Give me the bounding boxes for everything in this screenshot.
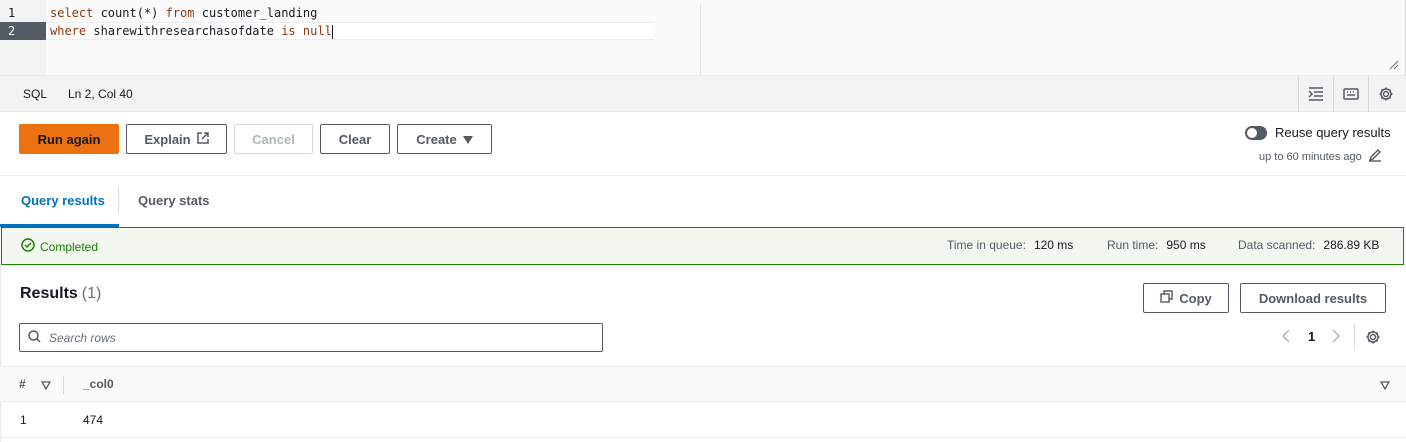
sort-icon[interactable] [1379, 379, 1391, 393]
cancel-button[interactable]: Cancel [234, 124, 313, 154]
search-icon [28, 329, 41, 346]
query-status-banner: Completed Time in queue: 120 ms Run time:… [1, 227, 1404, 265]
check-circle-icon [21, 238, 35, 255]
table-bottom-border [0, 437, 1406, 438]
reuse-window-text: up to 60 minutes ago [1259, 150, 1362, 163]
cursor-position: Ln 2, Col 40 [68, 87, 133, 101]
time-in-queue: Time in queue: 120 ms [947, 238, 1073, 252]
resize-handle-icon[interactable] [1389, 60, 1399, 70]
table-settings-icon[interactable] [1365, 329, 1381, 348]
create-dropdown-button[interactable]: Create [397, 124, 492, 154]
code-line-1[interactable]: select count(*) from customer_landing [50, 4, 317, 22]
pager-separator [1354, 324, 1355, 350]
code-line-2[interactable]: where sharewithresearchasofdate is null [50, 22, 333, 40]
tab-separator [118, 187, 119, 213]
metric-label: Data scanned: [1238, 238, 1316, 252]
code-text: sharewithresearchasofdate [86, 24, 282, 38]
keyword: is [281, 24, 296, 38]
download-results-button[interactable]: Download results [1240, 283, 1386, 313]
cancel-label: Cancel [252, 131, 295, 147]
explain-button[interactable]: Explain [126, 124, 227, 154]
text-cursor [331, 24, 333, 39]
line-number: 1 [8, 6, 16, 20]
keyword: where [50, 24, 87, 38]
clear-button[interactable]: Clear [320, 124, 390, 154]
code-text: count(*) [93, 6, 166, 20]
column-header-index[interactable]: # [19, 377, 26, 391]
settings-icon[interactable] [1368, 76, 1403, 112]
search-rows-field[interactable] [19, 323, 603, 352]
sql-editor[interactable]: 1 2 select count(*) from customer_landin… [0, 0, 1406, 76]
line-number-active: 2 [0, 22, 46, 40]
section-divider [0, 175, 1406, 176]
results-heading: Results (1) [20, 285, 101, 303]
next-page-icon[interactable] [1331, 328, 1341, 347]
status-text: Completed [40, 239, 99, 254]
clear-label: Clear [338, 131, 372, 147]
create-label: Create [416, 131, 457, 147]
keyword: null [302, 24, 332, 38]
reuse-results-label: Reuse query results [1275, 125, 1391, 140]
editor-gutter: 1 2 [0, 0, 46, 75]
results-count: (1) [81, 285, 102, 302]
indent-icon[interactable] [1298, 76, 1333, 112]
cell-col0: 474 [83, 413, 104, 427]
tab-label: Query stats [138, 193, 210, 208]
toggle-switch[interactable] [1245, 125, 1267, 140]
results-title-text: Results [20, 285, 78, 302]
run-again-button[interactable]: Run again [19, 124, 119, 154]
previous-page-icon[interactable] [1281, 328, 1291, 347]
tab-query-results[interactable]: Query results [21, 187, 105, 227]
keyboard-icon[interactable] [1333, 76, 1368, 112]
data-scanned: Data scanned: 286.89 KB [1238, 238, 1379, 252]
reuse-results-toggle[interactable]: Reuse query results [1245, 125, 1391, 140]
keyword: from [165, 6, 195, 20]
language-label: SQL [23, 87, 48, 101]
explain-label: Explain [144, 131, 191, 147]
metric-value: 120 ms [1033, 238, 1074, 252]
print-margin [700, 4, 701, 75]
sort-icon[interactable] [40, 379, 52, 393]
column-divider[interactable] [63, 376, 64, 394]
row-index: 1 [20, 413, 27, 427]
code-area[interactable]: select count(*) from customer_landing wh… [46, 0, 1404, 75]
external-link-icon [196, 131, 209, 147]
download-label: Download results [1258, 290, 1368, 306]
metric-value: 286.89 KB [1323, 238, 1380, 252]
run-again-label: Run again [37, 131, 101, 147]
tab-query-stats[interactable]: Query stats [138, 187, 210, 227]
results-table-header: # _col0 [0, 366, 1406, 402]
copy-button[interactable]: Copy [1143, 283, 1229, 313]
column-header-col0[interactable]: _col0 [83, 377, 114, 391]
tab-label: Query results [21, 193, 105, 208]
code-text: customer_landing [194, 6, 318, 20]
metric-value: 950 ms [1166, 238, 1206, 252]
copy-label: Copy [1179, 290, 1212, 306]
metric-label: Run time: [1107, 238, 1159, 252]
editor-status-bar: SQL Ln 2, Col 40 [0, 76, 1406, 112]
caret-down-icon [462, 132, 473, 147]
metric-label: Time in queue: [947, 238, 1026, 252]
keyword: select [50, 6, 94, 20]
current-page-number[interactable]: 1 [1308, 329, 1315, 344]
edit-icon[interactable] [1368, 148, 1382, 165]
copy-icon [1160, 290, 1173, 306]
reuse-results-subtext: up to 60 minutes ago [1259, 148, 1382, 165]
run-time: Run time: 950 ms [1107, 238, 1206, 252]
status-completed: Completed [21, 238, 98, 255]
search-input[interactable] [49, 330, 589, 345]
